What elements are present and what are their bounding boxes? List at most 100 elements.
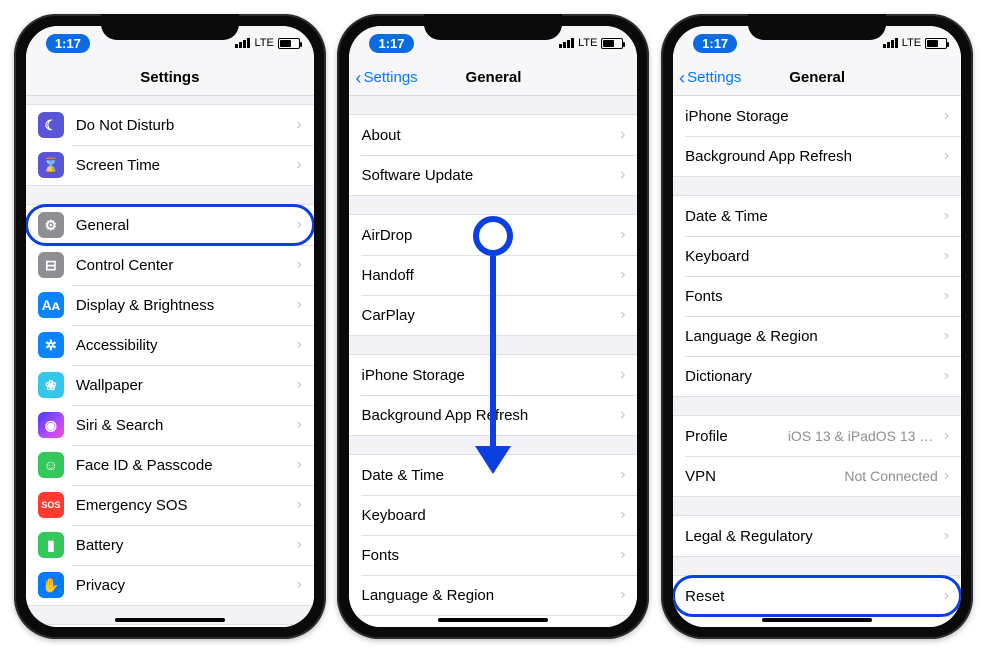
- row-label: Battery: [76, 537, 297, 554]
- row-detail: iOS 13 & iPadOS 13 Beta Softwar…: [788, 428, 938, 444]
- row-wallpaper[interactable]: ❀ Wallpaper ›: [26, 365, 314, 405]
- battery-icon: [278, 38, 300, 49]
- row-display-brightness[interactable]: Aᴀ Display & Brightness ›: [26, 285, 314, 325]
- back-label: Settings: [687, 69, 741, 86]
- row-label: Language & Region: [361, 587, 620, 604]
- row-label: Date & Time: [685, 208, 944, 225]
- row-face-id-passcode[interactable]: ☺ Face ID & Passcode ›: [26, 445, 314, 485]
- row-reset[interactable]: Reset ›: [673, 576, 961, 616]
- chevron-left-icon: ‹: [679, 69, 685, 87]
- general-icon: ⚙: [38, 212, 64, 238]
- display-brightness-icon: Aᴀ: [38, 292, 64, 318]
- gesture-circle-icon: [473, 216, 513, 256]
- row-siri-search[interactable]: ◉ Siri & Search ›: [26, 405, 314, 445]
- back-button[interactable]: ‹ Settings: [355, 60, 417, 95]
- group-dnd-screentime: ☾ Do Not Disturb › ⌛ Screen Time ›: [26, 104, 314, 186]
- screen-settings: 1:17 LTE Settings ☾ Do Not Disturb › ⌛ S…: [26, 26, 314, 627]
- row-label: Fonts: [685, 288, 944, 305]
- do-not-disturb-icon: ☾: [38, 112, 64, 138]
- row-battery[interactable]: ▮ Battery ›: [26, 525, 314, 565]
- phone-2: 1:17 LTE ‹ Settings General About › Soft…: [337, 14, 649, 639]
- chevron-right-icon: ›: [620, 466, 625, 484]
- chevron-right-icon: ›: [620, 506, 625, 524]
- row-language-region[interactable]: Language & Region ›: [673, 316, 961, 356]
- row-background-app-refresh[interactable]: Background App Refresh ›: [673, 136, 961, 176]
- row-language-region[interactable]: Language & Region ›: [349, 575, 637, 615]
- back-button[interactable]: ‹ Settings: [679, 60, 741, 95]
- chevron-right-icon: ›: [620, 406, 625, 424]
- row-label: Privacy: [76, 577, 297, 594]
- page-title: General: [789, 69, 845, 86]
- row-emergency-sos[interactable]: SOS Emergency SOS ›: [26, 485, 314, 525]
- row-fonts[interactable]: Fonts ›: [673, 276, 961, 316]
- row-keyboard[interactable]: Keyboard ›: [349, 495, 637, 535]
- row-control-center[interactable]: ⊟ Control Center ›: [26, 245, 314, 285]
- row-label: Display & Brightness: [76, 297, 297, 314]
- chevron-right-icon: ›: [297, 576, 302, 594]
- chevron-right-icon: ›: [620, 366, 625, 384]
- home-indicator[interactable]: [762, 618, 872, 622]
- row-screen-time[interactable]: ⌛ Screen Time ›: [26, 145, 314, 185]
- home-indicator[interactable]: [438, 618, 548, 622]
- row-label: VPN: [685, 468, 844, 485]
- page-title: General: [466, 69, 522, 86]
- nav-bar: Settings: [26, 60, 314, 96]
- chevron-right-icon: ›: [944, 247, 949, 265]
- chevron-right-icon: ›: [297, 336, 302, 354]
- page-title: Settings: [140, 69, 199, 86]
- row-label: Wallpaper: [76, 377, 297, 394]
- control-center-icon: ⊟: [38, 252, 64, 278]
- notch: [101, 14, 239, 40]
- row-vpn[interactable]: VPN Not Connected ›: [673, 456, 961, 496]
- chevron-right-icon: ›: [297, 496, 302, 514]
- chevron-right-icon: ›: [944, 287, 949, 305]
- row-about[interactable]: About ›: [349, 115, 637, 155]
- row-label: Screen Time: [76, 157, 297, 174]
- row-dictionary[interactable]: Dictionary ›: [673, 356, 961, 396]
- home-indicator[interactable]: [115, 618, 225, 622]
- chevron-right-icon: ›: [620, 266, 625, 284]
- row-legal-regulatory[interactable]: Legal & Regulatory ›: [673, 516, 961, 556]
- row-profile[interactable]: Profile iOS 13 & iPadOS 13 Beta Softwar……: [673, 416, 961, 456]
- screen-general: 1:17 LTE ‹ Settings General About › Soft…: [349, 26, 637, 627]
- row-detail: Not Connected: [844, 468, 937, 484]
- row-label: Face ID & Passcode: [76, 457, 297, 474]
- face-id-passcode-icon: ☺: [38, 452, 64, 478]
- row-privacy[interactable]: ✋ Privacy ›: [26, 565, 314, 605]
- nav-bar: ‹ Settings General: [349, 60, 637, 96]
- chevron-right-icon: ›: [297, 376, 302, 394]
- status-icons: LTE: [235, 37, 299, 49]
- row-keyboard[interactable]: Keyboard ›: [673, 236, 961, 276]
- carrier-label: LTE: [578, 37, 597, 49]
- row-accessibility[interactable]: ✲ Accessibility ›: [26, 325, 314, 365]
- accessibility-icon: ✲: [38, 332, 64, 358]
- chevron-right-icon: ›: [620, 166, 625, 184]
- wallpaper-icon: ❀: [38, 372, 64, 398]
- group-about: About › Software Update ›: [349, 114, 637, 196]
- chevron-right-icon: ›: [620, 126, 625, 144]
- siri-search-icon: ◉: [38, 412, 64, 438]
- scroll-down-gesture: [473, 216, 513, 474]
- chevron-right-icon: ›: [297, 116, 302, 134]
- chevron-right-icon: ›: [944, 587, 949, 605]
- status-icons: LTE: [559, 37, 623, 49]
- row-software-update[interactable]: Software Update ›: [349, 155, 637, 195]
- row-general[interactable]: ⚙ General ›: [26, 205, 314, 245]
- settings-list[interactable]: ☾ Do Not Disturb › ⌛ Screen Time › ⚙ Gen…: [26, 96, 314, 627]
- chevron-right-icon: ›: [297, 256, 302, 274]
- row-iphone-storage[interactable]: iPhone Storage ›: [673, 96, 961, 136]
- chevron-right-icon: ›: [944, 327, 949, 345]
- general-list[interactable]: About › Software Update › AirDrop › Hand…: [349, 96, 637, 627]
- general-list-scrolled[interactable]: iPhone Storage › Background App Refresh …: [673, 96, 961, 627]
- row-label: Keyboard: [361, 507, 620, 524]
- privacy-icon: ✋: [38, 572, 64, 598]
- status-icons: LTE: [883, 37, 947, 49]
- row-fonts[interactable]: Fonts ›: [349, 535, 637, 575]
- chevron-right-icon: ›: [944, 467, 949, 485]
- chevron-right-icon: ›: [944, 107, 949, 125]
- row-do-not-disturb[interactable]: ☾ Do Not Disturb ›: [26, 105, 314, 145]
- battery-icon: [925, 38, 947, 49]
- group-datetime: Date & Time › Keyboard › Fonts › Languag…: [673, 195, 961, 397]
- row-date-time[interactable]: Date & Time ›: [673, 196, 961, 236]
- row-label: Control Center: [76, 257, 297, 274]
